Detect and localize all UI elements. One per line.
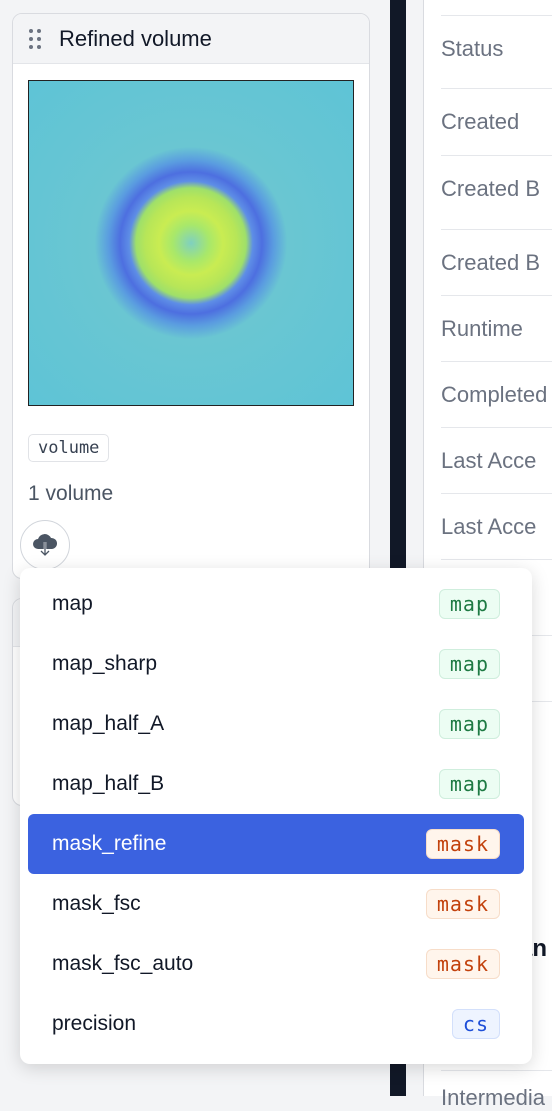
file-type-badge: map [438, 709, 500, 739]
detail-label: Status [441, 15, 552, 85]
menu-item-label: mask_fsc [52, 892, 141, 915]
menu-item-label: mask_fsc_auto [52, 952, 194, 975]
volume-count: 1 volume [28, 482, 114, 505]
file-type-badge: map [438, 589, 500, 619]
file-type-badge: mask [425, 889, 500, 919]
card-title: Refined volume [59, 25, 212, 51]
detail-label: Created B [441, 155, 552, 225]
menu-item-map-half-A[interactable]: map_half_A map [28, 694, 524, 754]
menu-item-map-sharp[interactable]: map_sharp map [28, 634, 524, 694]
detail-label: Last Acce [441, 427, 552, 497]
menu-item-map-half-B[interactable]: map_half_B map [28, 754, 524, 814]
detail-label: Last Acce [441, 493, 552, 563]
detail-label: Created B [441, 229, 552, 299]
detail-label: Completed [441, 361, 552, 431]
menu-item-mask-fsc[interactable]: mask_fsc mask [28, 874, 524, 934]
menu-item-label: map_half_B [52, 772, 165, 795]
download-button[interactable] [20, 520, 70, 570]
menu-item-label: map_sharp [52, 652, 158, 675]
download-menu: map map map_sharp map map_half_A map map_half_… [20, 568, 532, 1064]
refined-volume-card: Refined volume volume 1 volume [12, 13, 370, 579]
menu-item-mask-fsc-auto[interactable]: mask_fsc_auto mask [28, 934, 524, 994]
menu-item-label: mask_refine [52, 832, 167, 855]
detail-label: Created [441, 88, 552, 158]
volume-type-tag: volume [28, 434, 110, 462]
menu-item-label: map [52, 592, 93, 615]
menu-item-map[interactable]: map map [28, 574, 524, 634]
section-label: Intermedia [441, 1070, 552, 1111]
drag-handle-icon[interactable] [29, 28, 41, 49]
menu-item-mask-refine[interactable]: mask_refine mask [28, 814, 524, 874]
menu-item-precision[interactable]: precision cs [28, 994, 524, 1054]
file-type-badge: map [438, 769, 500, 799]
cloud-download-icon [33, 534, 58, 557]
menu-item-label: precision [52, 1012, 137, 1035]
volume-preview-image [28, 80, 354, 406]
menu-item-label: map_half_A [52, 712, 165, 735]
card-header: Refined volume [13, 14, 369, 64]
detail-label: Runtime [441, 295, 552, 365]
file-type-badge: cs [451, 1009, 500, 1039]
file-type-badge: mask [425, 949, 500, 979]
file-type-badge: mask [425, 829, 500, 859]
file-type-badge: map [438, 649, 500, 679]
